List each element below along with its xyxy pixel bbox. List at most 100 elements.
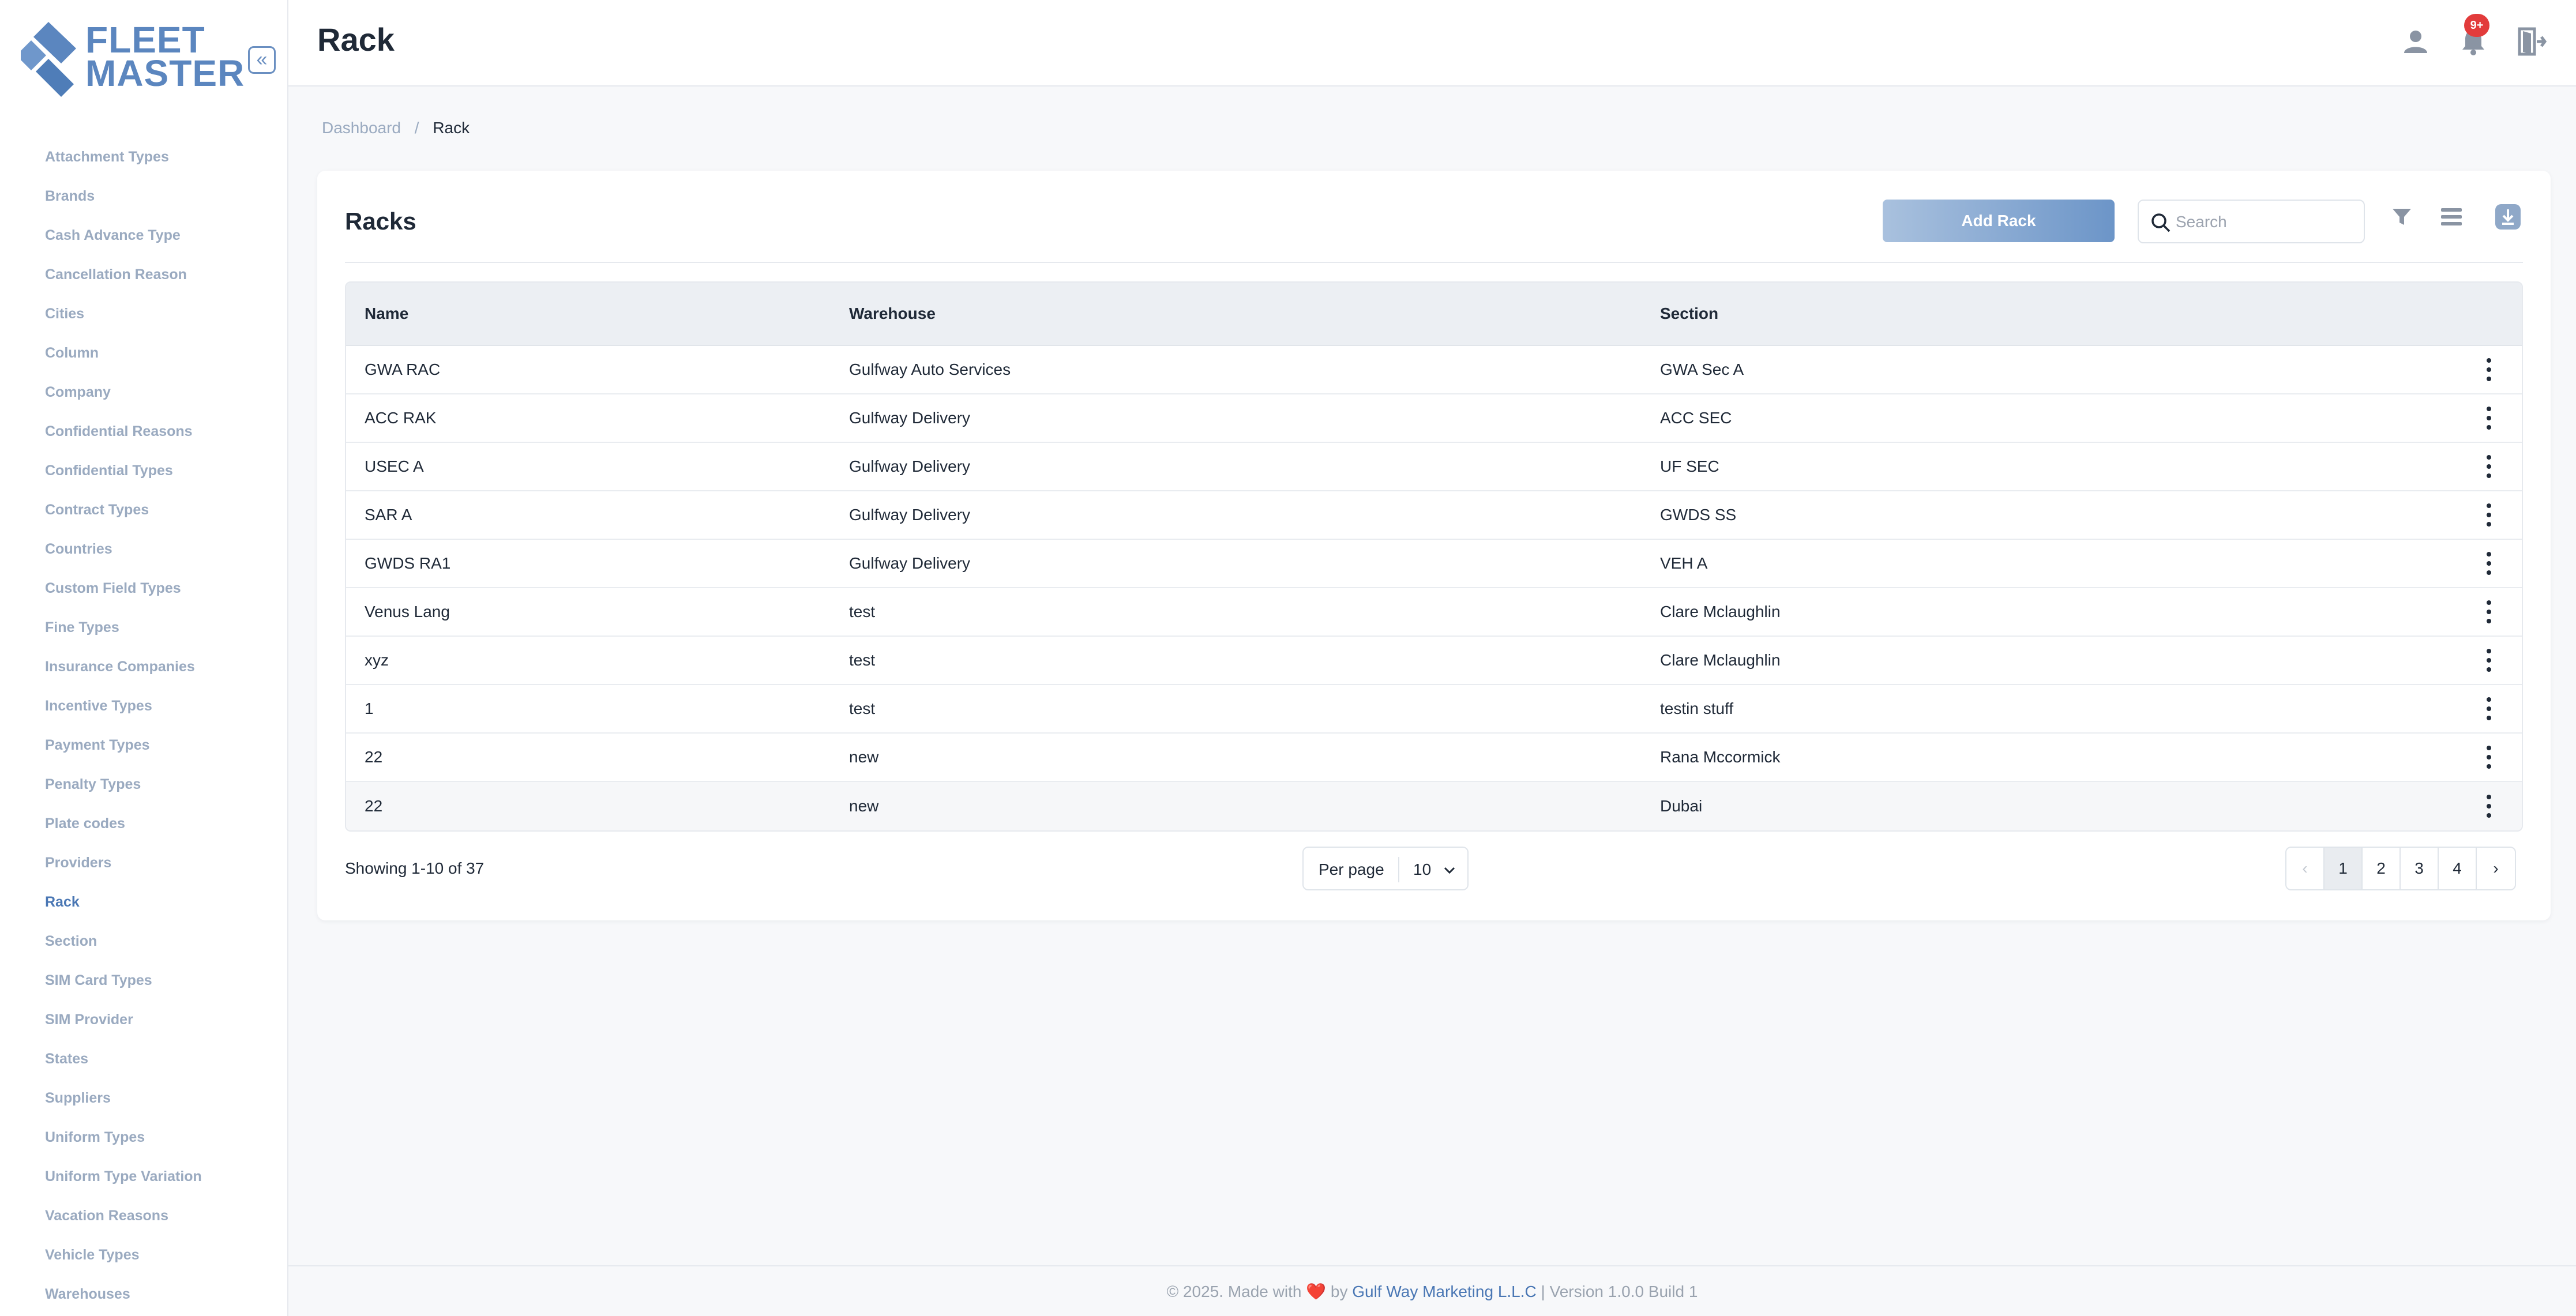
breadcrumb-dashboard[interactable]: Dashboard xyxy=(322,119,401,137)
sidebar-item-cancellation-reason[interactable]: Cancellation Reason xyxy=(0,255,288,294)
kebab-menu-icon xyxy=(2485,649,2493,672)
sidebar-item-uniform-type-variation[interactable]: Uniform Type Variation xyxy=(0,1157,288,1196)
sidebar-item-confidential-types[interactable]: Confidential Types xyxy=(0,451,288,490)
sidebar-item-column[interactable]: Column xyxy=(0,333,288,373)
table-row[interactable]: Venus Lang test Clare Mclaughlin xyxy=(346,588,2522,637)
table-row[interactable]: xyz test Clare Mclaughlin xyxy=(346,637,2522,685)
sidebar-item-vacation-reasons[interactable]: Vacation Reasons xyxy=(0,1196,288,1235)
cell-warehouse: Gulfway Delivery xyxy=(849,506,971,524)
page-button-1[interactable]: 1 xyxy=(2325,848,2363,889)
prev-page-button[interactable]: ‹ xyxy=(2286,848,2325,889)
sidebar-item-fine-types[interactable]: Fine Types xyxy=(0,608,288,647)
footer-by: by xyxy=(1330,1283,1348,1300)
cell-section: testin stuff xyxy=(1660,700,1734,717)
sidebar-item-plate-codes[interactable]: Plate codes xyxy=(0,804,288,843)
sidebar-item-confidential-reasons[interactable]: Confidential Reasons xyxy=(0,412,288,451)
sidebar-item-custom-field-types[interactable]: Custom Field Types xyxy=(0,569,288,608)
cell-warehouse: Gulfway Delivery xyxy=(849,409,971,427)
table-row[interactable]: 22 new Dubai xyxy=(346,782,2522,830)
sidebar-item-warehouses[interactable]: Warehouses xyxy=(0,1274,288,1314)
logout-icon[interactable] xyxy=(2515,25,2547,58)
row-actions-button[interactable] xyxy=(2456,503,2522,527)
sidebar-item-cities[interactable]: Cities xyxy=(0,294,288,333)
column-header-section[interactable]: Section xyxy=(1660,304,2456,323)
user-icon[interactable] xyxy=(2399,25,2432,58)
racks-table: Name Warehouse Section GWA RAC Gulfway Au… xyxy=(345,281,2523,832)
cell-warehouse: Gulfway Auto Services xyxy=(849,360,1011,378)
search-input[interactable] xyxy=(2176,209,2355,235)
page-button-2[interactable]: 2 xyxy=(2363,848,2401,889)
breadcrumb: Dashboard / Rack xyxy=(322,119,470,137)
sidebar-item-vehicle-types[interactable]: Vehicle Types xyxy=(0,1235,288,1274)
row-actions-button[interactable] xyxy=(2456,600,2522,623)
row-actions-button[interactable] xyxy=(2456,697,2522,720)
table-row[interactable]: ACC RAK Gulfway Delivery ACC SEC xyxy=(346,394,2522,443)
cell-name: 22 xyxy=(365,748,383,766)
sidebar: FLEET MASTER « Attachment Types Brands Cas… xyxy=(0,0,288,1316)
sidebar-item-contract-types[interactable]: Contract Types xyxy=(0,490,288,529)
fleet-master-logo[interactable]: FLEET MASTER xyxy=(21,20,244,100)
sidebar-item-penalty-types[interactable]: Penalty Types xyxy=(0,765,288,804)
cell-name: 1 xyxy=(365,700,374,717)
table-row[interactable]: GWA RAC Gulfway Auto Services GWA Sec A xyxy=(346,346,2522,394)
filter-icon[interactable] xyxy=(2390,205,2413,228)
page-footer: © 2025. Made with ❤️ by Gulf Way Marketi… xyxy=(288,1265,2576,1316)
cell-warehouse: Gulfway Delivery xyxy=(849,554,971,572)
table-row[interactable]: 1 test testin stuff xyxy=(346,685,2522,734)
sidebar-item-countries[interactable]: Countries xyxy=(0,529,288,569)
sidebar-item-uniform-types[interactable]: Uniform Types xyxy=(0,1118,288,1157)
footer-copyright: © 2025. Made with xyxy=(1166,1283,1302,1300)
cell-section: GWDS SS xyxy=(1660,506,1737,524)
row-actions-button[interactable] xyxy=(2456,455,2522,478)
table-header: Name Warehouse Section xyxy=(346,283,2522,346)
sidebar-item-incentive-types[interactable]: Incentive Types xyxy=(0,686,288,725)
per-page-select[interactable]: Per page 10 xyxy=(1302,847,1469,890)
column-header-warehouse[interactable]: Warehouse xyxy=(849,304,1660,323)
top-header: Rack xyxy=(288,0,2576,87)
collapse-sidebar-button[interactable]: « xyxy=(248,46,276,74)
logo-mark-icon xyxy=(21,22,76,97)
table-row[interactable]: USEC A Gulfway Delivery UF SEC xyxy=(346,443,2522,491)
page-button-3[interactable]: 3 xyxy=(2401,848,2439,889)
cell-warehouse: Gulfway Delivery xyxy=(849,457,971,475)
sidebar-item-suppliers[interactable]: Suppliers xyxy=(0,1078,288,1118)
row-actions-button[interactable] xyxy=(2456,552,2522,575)
add-rack-button[interactable]: Add Rack xyxy=(1883,200,2115,242)
sidebar-item-states[interactable]: States xyxy=(0,1039,288,1078)
sidebar-item-sim-provider[interactable]: SIM Provider xyxy=(0,1000,288,1039)
showing-count: Showing 1-10 of 37 xyxy=(345,859,485,877)
double-chevron-left-icon: « xyxy=(256,48,268,70)
row-actions-button[interactable] xyxy=(2456,358,2522,381)
row-actions-button[interactable] xyxy=(2456,795,2522,818)
sidebar-item-company[interactable]: Company xyxy=(0,373,288,412)
search-icon xyxy=(2151,213,2171,232)
sidebar-item-rack[interactable]: Rack xyxy=(0,882,288,922)
per-page-label: Per page xyxy=(1319,860,1384,878)
sidebar-item-insurance-companies[interactable]: Insurance Companies xyxy=(0,647,288,686)
sidebar-item-providers[interactable]: Providers xyxy=(0,843,288,882)
sidebar-item-attachment-types[interactable]: Attachment Types xyxy=(0,137,288,176)
sidebar-item-payment-types[interactable]: Payment Types xyxy=(0,725,288,765)
kebab-menu-icon xyxy=(2485,358,2493,381)
table-row[interactable]: GWDS RA1 Gulfway Delivery VEH A xyxy=(346,540,2522,588)
table-body: GWA RAC Gulfway Auto Services GWA Sec A ACC… xyxy=(346,346,2522,830)
page-button-4[interactable]: 4 xyxy=(2439,848,2477,889)
footer-company-link[interactable]: Gulf Way Marketing L.L.C xyxy=(1352,1283,1537,1300)
columns-list-icon[interactable] xyxy=(2439,205,2464,228)
table-row[interactable]: SAR A Gulfway Delivery GWDS SS xyxy=(346,491,2522,540)
sidebar-item-sim-card-types[interactable]: SIM Card Types xyxy=(0,961,288,1000)
sidebar-item-section[interactable]: Section xyxy=(0,922,288,961)
column-header-name[interactable]: Name xyxy=(346,304,849,323)
cell-section: VEH A xyxy=(1660,554,1708,572)
pagination: ‹ 1 2 3 4 › xyxy=(2285,847,2516,890)
cell-name: ACC RAK xyxy=(365,409,437,427)
sidebar-item-brands[interactable]: Brands xyxy=(0,176,288,216)
sidebar-item-cash-advance-type[interactable]: Cash Advance Type xyxy=(0,216,288,255)
row-actions-button[interactable] xyxy=(2456,746,2522,769)
row-actions-button[interactable] xyxy=(2456,407,2522,430)
card-divider xyxy=(345,262,2523,263)
download-icon[interactable] xyxy=(2494,203,2522,231)
next-page-button[interactable]: › xyxy=(2477,848,2515,889)
row-actions-button[interactable] xyxy=(2456,649,2522,672)
table-row[interactable]: 22 new Rana Mccormick xyxy=(346,734,2522,782)
